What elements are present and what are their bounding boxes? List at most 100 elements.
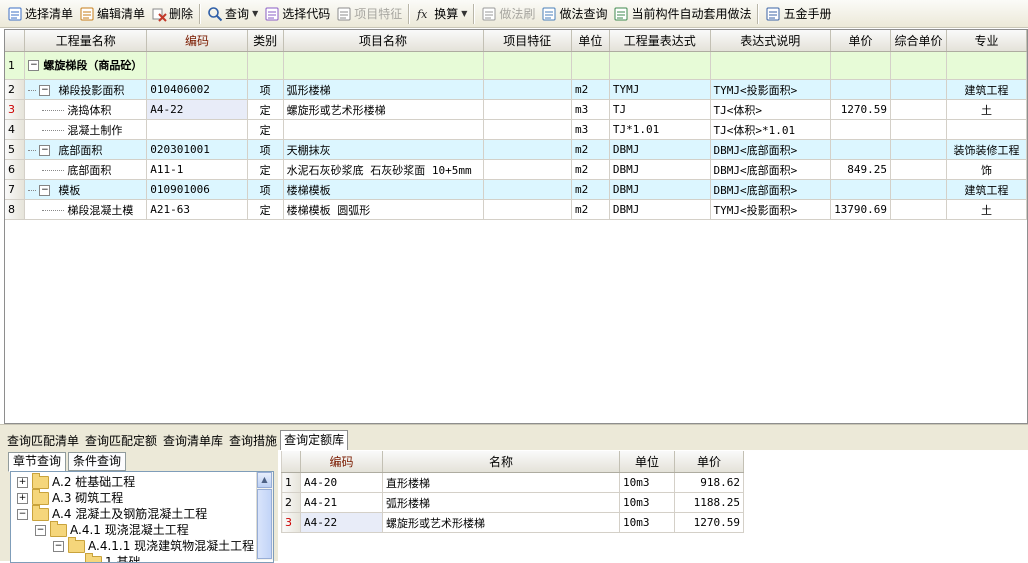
table-row[interactable]: 5−底部面积020301001项天棚抹灰m2DBMJDBMJ<底部面积>装饰装修… xyxy=(5,140,1027,160)
cell-price[interactable] xyxy=(831,80,891,100)
cell-major[interactable]: 土 xyxy=(947,200,1027,220)
cell-code[interactable]: A4-20 xyxy=(301,473,383,493)
cell-major[interactable]: 建筑工程 xyxy=(947,180,1027,200)
cell-major[interactable]: 建筑工程 xyxy=(947,80,1027,100)
cell-code[interactable]: 020301001 xyxy=(147,140,247,160)
cell-unit[interactable]: 10m3 xyxy=(620,473,675,493)
row-number[interactable]: 5 xyxy=(5,140,25,160)
cell-code[interactable]: A4-21 xyxy=(301,493,383,513)
cell-proj[interactable]: 水泥石灰砂浆底 石灰砂浆面 10+5mm xyxy=(283,160,483,180)
toolbar-button-5[interactable]: 项目特征 xyxy=(333,3,405,25)
cell-desc[interactable]: TYMJ<投影面积> xyxy=(710,80,831,100)
cell-name[interactable]: −模板 xyxy=(25,180,147,200)
cell-proj[interactable] xyxy=(283,52,483,80)
table-row[interactable]: 7−模板010901006项楼梯模板m2DBMJDBMJ<底部面积>建筑工程 xyxy=(5,180,1027,200)
cell-price[interactable]: 1270.59 xyxy=(675,513,744,533)
collapse-icon[interactable]: − xyxy=(28,60,39,71)
cell-expr[interactable] xyxy=(609,52,710,80)
chevron-down-icon[interactable]: ▼ xyxy=(461,9,467,18)
cell-code[interactable]: A21-63 xyxy=(147,200,247,220)
table-row[interactable]: 1A4-20直形楼梯10m3918.62 xyxy=(282,473,744,493)
cell-expr[interactable]: DBMJ xyxy=(609,180,710,200)
cell-price[interactable]: 1270.59 xyxy=(831,100,891,120)
cell-unit[interactable]: m3 xyxy=(571,120,609,140)
cell-price[interactable]: 13790.69 xyxy=(831,200,891,220)
tab-query-0[interactable]: 查询匹配清单 xyxy=(4,432,82,450)
scroll-thumb[interactable] xyxy=(257,489,272,559)
table-row[interactable]: 4混凝土制作定m3TJ*1.01TJ<体积>*1.01 xyxy=(5,120,1027,140)
cell-comp[interactable] xyxy=(891,120,947,140)
cell-unit[interactable]: m3 xyxy=(571,100,609,120)
table-row[interactable]: 6底部面积A11-1定水泥石灰砂浆底 石灰砂浆面 10+5mmm2DBMJDBM… xyxy=(5,160,1027,180)
expand-icon[interactable]: + xyxy=(17,477,28,488)
cell-proj[interactable]: 天棚抹灰 xyxy=(283,140,483,160)
toolbar-button-2[interactable]: 删除 xyxy=(148,3,196,25)
column-header-4[interactable]: 项目名称 xyxy=(283,30,483,52)
column-header-9[interactable]: 单价 xyxy=(831,30,891,52)
cell-major[interactable]: 饰 xyxy=(947,160,1027,180)
cell-desc[interactable]: TJ<体积>*1.01 xyxy=(710,120,831,140)
cell-code[interactable] xyxy=(147,120,247,140)
cell-feat[interactable] xyxy=(483,180,571,200)
cell-name[interactable]: −底部面积 xyxy=(25,140,147,160)
column-header-5[interactable]: 项目特征 xyxy=(483,30,571,52)
cell-feat[interactable] xyxy=(483,140,571,160)
tab-condition-query[interactable]: 条件查询 xyxy=(68,452,126,471)
cell-cat[interactable]: 项 xyxy=(247,180,283,200)
column-header-6[interactable]: 单位 xyxy=(571,30,609,52)
cell-comp[interactable] xyxy=(891,140,947,160)
cell-unit[interactable]: 10m3 xyxy=(620,513,675,533)
cell-desc[interactable]: DBMJ<底部面积> xyxy=(710,140,831,160)
cell-major[interactable]: 装饰装修工程 xyxy=(947,140,1027,160)
row-number[interactable]: 8 xyxy=(5,200,25,220)
row-number[interactable]: 6 xyxy=(5,160,25,180)
cell-proj[interactable] xyxy=(283,120,483,140)
cell-price[interactable]: 849.25 xyxy=(831,160,891,180)
cell-code[interactable]: A4-22 xyxy=(301,513,383,533)
result-column-header-2[interactable]: 名称 xyxy=(383,451,620,473)
cell-unit[interactable] xyxy=(571,52,609,80)
row-number[interactable]: 3 xyxy=(282,513,301,533)
cell-major[interactable] xyxy=(947,52,1027,80)
result-column-header-1[interactable]: 编码 xyxy=(301,451,383,473)
cell-code[interactable]: 010406002 xyxy=(147,80,247,100)
result-column-header-0[interactable] xyxy=(282,451,301,473)
tree-node[interactable]: 1.基础 xyxy=(71,554,140,563)
cell-cat[interactable]: 定 xyxy=(247,200,283,220)
cell-code[interactable]: A11-1 xyxy=(147,160,247,180)
cell-code[interactable] xyxy=(147,52,247,80)
cell-expr[interactable]: DBMJ xyxy=(609,160,710,180)
cell-expr[interactable]: DBMJ xyxy=(609,200,710,220)
scroll-up-icon[interactable]: ▲ xyxy=(257,472,272,488)
cell-cat[interactable]: 定 xyxy=(247,160,283,180)
cell-cat[interactable]: 项 xyxy=(247,140,283,160)
cell-desc[interactable] xyxy=(710,52,831,80)
cell-major[interactable]: 土 xyxy=(947,100,1027,120)
cell-comp[interactable] xyxy=(891,100,947,120)
toolbar-button-7[interactable]: 做法刷 xyxy=(478,3,538,25)
cell-proj[interactable]: 螺旋形或艺术形楼梯 xyxy=(283,100,483,120)
cell-price[interactable]: 918.62 xyxy=(675,473,744,493)
expand-icon[interactable]: + xyxy=(17,493,28,504)
cell-feat[interactable] xyxy=(483,52,571,80)
cell-unit[interactable]: m2 xyxy=(571,200,609,220)
cell-feat[interactable] xyxy=(483,120,571,140)
cell-name[interactable]: 混凝土制作 xyxy=(25,120,147,140)
cell-comp[interactable] xyxy=(891,160,947,180)
cell-proj[interactable]: 楼梯模板 xyxy=(283,180,483,200)
cell-desc[interactable]: DBMJ<底部面积> xyxy=(710,160,831,180)
cell-price[interactable]: 1188.25 xyxy=(675,493,744,513)
column-header-7[interactable]: 工程量表达式 xyxy=(609,30,710,52)
cell-cat[interactable] xyxy=(247,52,283,80)
row-number[interactable]: 3 xyxy=(5,100,25,120)
row-number[interactable]: 7 xyxy=(5,180,25,200)
cell-feat[interactable] xyxy=(483,160,571,180)
cell-comp[interactable] xyxy=(891,200,947,220)
cell-desc[interactable]: DBMJ<底部面积> xyxy=(710,180,831,200)
column-header-1[interactable]: 工程量名称 xyxy=(25,30,147,52)
table-row[interactable]: 3A4-22螺旋形或艺术形楼梯10m31270.59 xyxy=(282,513,744,533)
table-row[interactable]: 2−梯段投影面积010406002项弧形楼梯m2TYMJTYMJ<投影面积>建筑… xyxy=(5,80,1027,100)
collapse-icon[interactable]: − xyxy=(39,185,50,196)
tree-node[interactable]: −A.4.1.1 现浇建筑物混凝土工程 xyxy=(53,538,254,554)
table-row[interactable]: 2A4-21弧形楼梯10m31188.25 xyxy=(282,493,744,513)
